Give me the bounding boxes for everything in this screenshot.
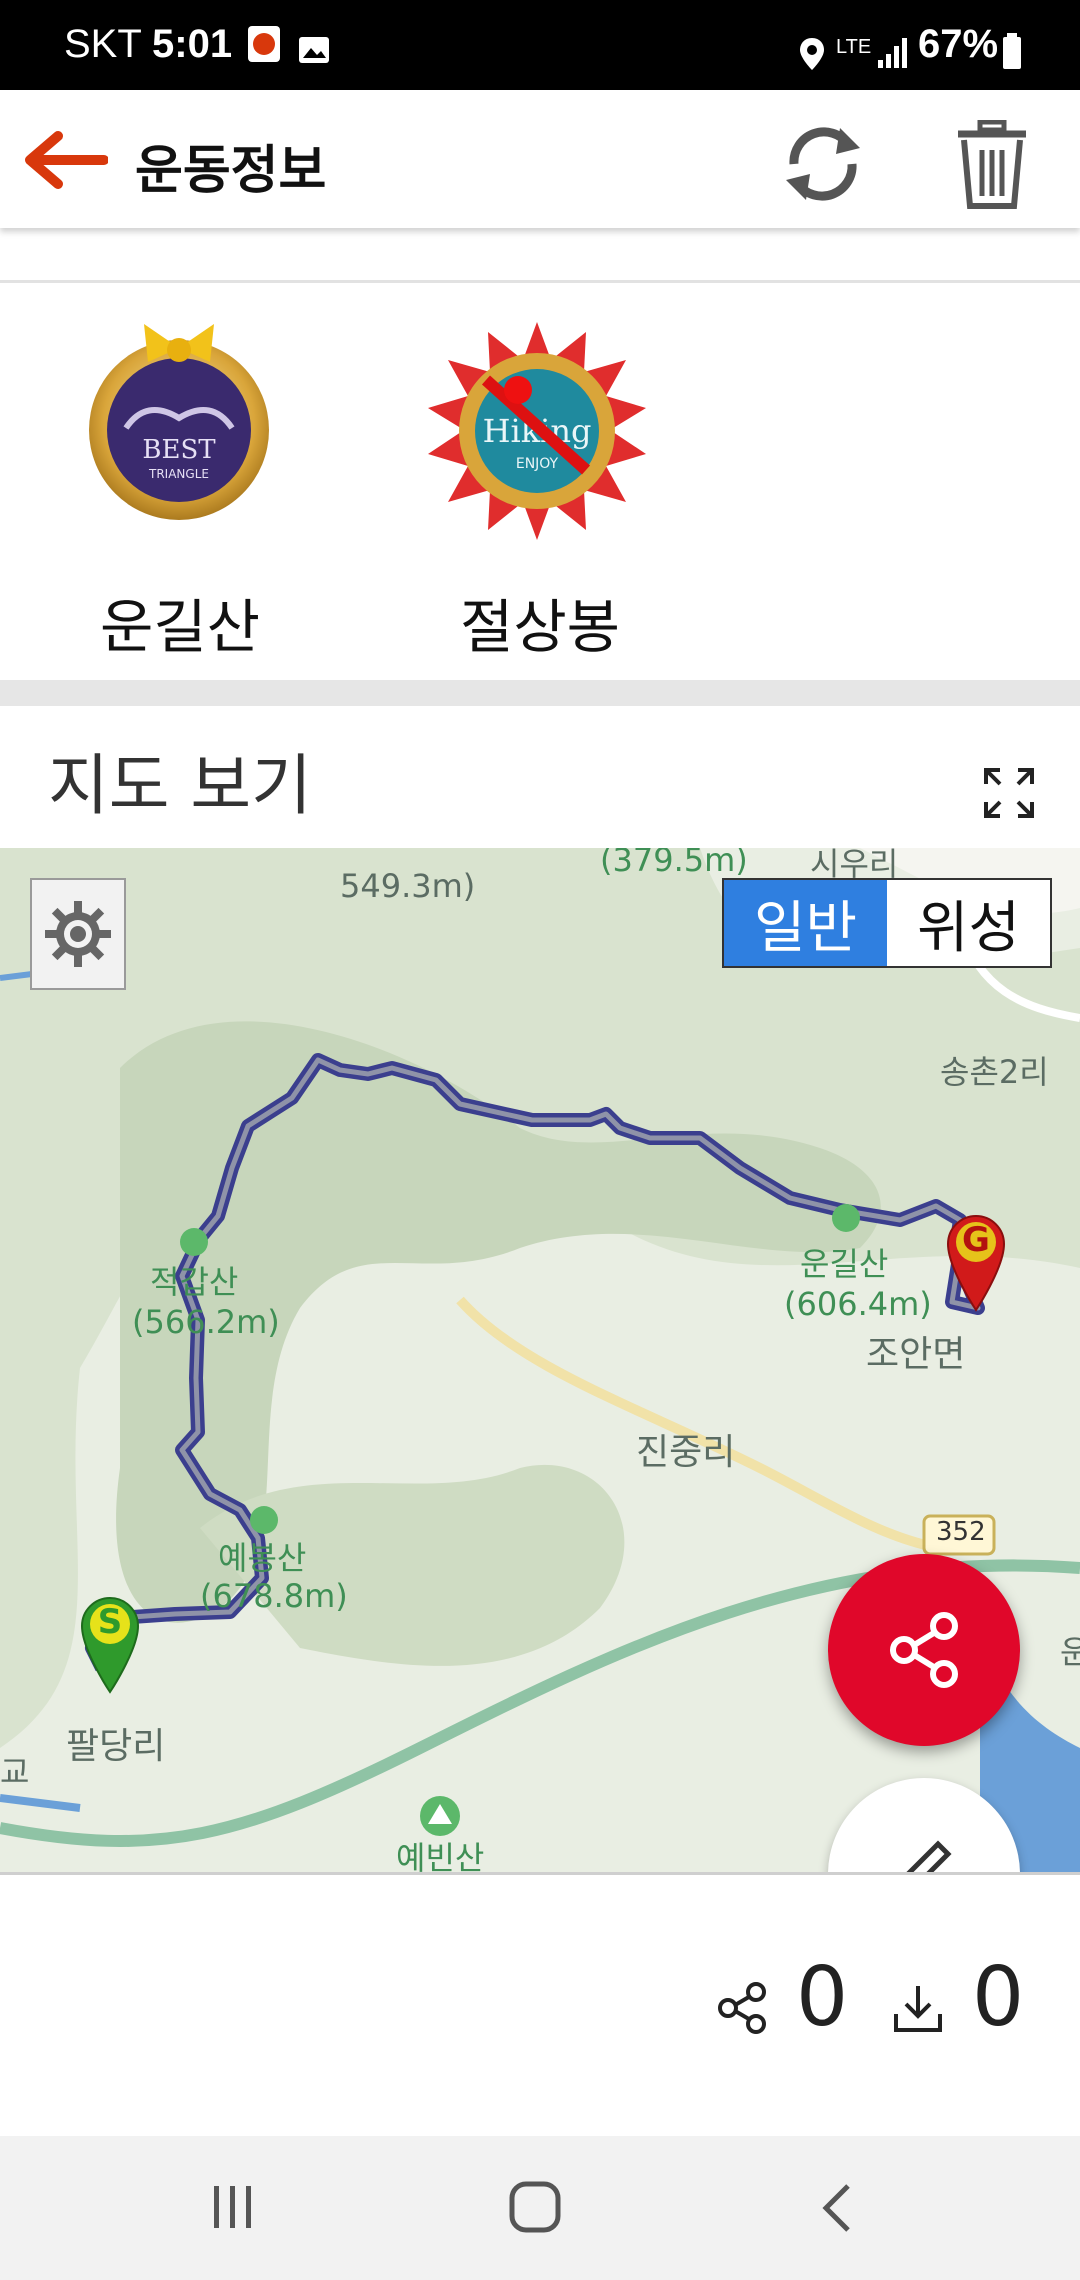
hiking-enjoy-badge-icon: Hiking ENJOY xyxy=(428,322,646,540)
best-triangle-badge-icon: BEST TRIANGLE xyxy=(89,324,269,520)
status-bar: SKT 5:01 LTE 67% xyxy=(0,0,1080,90)
map-label-ungilsan-height: (606.4m) xyxy=(784,1285,932,1323)
map-settings-button[interactable] xyxy=(30,878,126,990)
map-label-yebinsan: 예빈산 xyxy=(396,1839,485,1872)
gallery-icon xyxy=(299,37,329,63)
map-bottom-divider xyxy=(0,1872,1080,1875)
fullscreen-icon[interactable] xyxy=(982,766,1036,820)
map-label-joan: 조안면 xyxy=(866,1334,966,1375)
map-label-edge-left: 교 xyxy=(0,1753,30,1791)
gear-icon xyxy=(45,901,111,967)
svg-text:ENJOY: ENJOY xyxy=(516,456,559,472)
share-count: 0 xyxy=(796,1950,849,2045)
battery-percent: 67% xyxy=(918,22,999,66)
map-label-jeokgapsan: 적갑산 xyxy=(150,1263,239,1301)
network-type: LTE xyxy=(836,36,872,58)
carrier-label: SKT xyxy=(64,22,142,66)
goal-marker-label: G xyxy=(962,1220,990,1260)
download-count-icon xyxy=(894,1986,942,2032)
home-icon[interactable] xyxy=(508,2180,564,2236)
share-count-icon xyxy=(718,1982,766,2034)
map-label-paldang: 팔당리 xyxy=(66,1726,166,1767)
map-label-yebongsan-height: (678.8m) xyxy=(200,1577,348,1615)
download-count: 0 xyxy=(972,1950,1025,2045)
share-fab-button[interactable] xyxy=(828,1554,1020,1746)
system-nav-bar xyxy=(0,2136,1080,2280)
start-marker[interactable]: S xyxy=(78,1594,142,1694)
clock: 5:01 xyxy=(152,22,233,66)
map-label-songchon: 송촌2리 xyxy=(940,1053,1049,1091)
pencil-icon xyxy=(906,1840,952,1872)
svg-text:TRIANGLE: TRIANGLE xyxy=(148,467,209,481)
badge-label-ungilsan: 운길산 xyxy=(99,593,261,661)
svg-text:BEST: BEST xyxy=(142,435,216,465)
section-divider xyxy=(0,680,1080,706)
map-type-toggle: 일반 위성 xyxy=(722,878,1052,968)
recent-apps-icon[interactable] xyxy=(208,2182,258,2232)
refresh-icon[interactable] xyxy=(778,120,868,206)
back-nav-icon[interactable] xyxy=(818,2180,858,2236)
map-label-peak-top-mid: (379.5m) xyxy=(600,848,748,879)
start-marker-label: S xyxy=(97,1602,123,1642)
map-label-edge-right: 운 xyxy=(1060,1633,1080,1671)
map-label-ungilsan: 운길산 xyxy=(800,1245,889,1283)
scrolled-row-remnant xyxy=(0,228,1080,283)
route-map[interactable]: 549.3m) (379.5m) 시우리 송촌2리 적갑산 (566.2m) 운… xyxy=(0,848,1080,1872)
map-label-peak-top-left: 549.3m) xyxy=(340,867,476,905)
app-bar: 운동정보 xyxy=(0,90,1080,228)
signal-icon xyxy=(878,38,907,68)
road-number-label: 352 xyxy=(936,1517,986,1547)
location-icon xyxy=(800,38,824,70)
map-type-normal-button[interactable]: 일반 xyxy=(724,880,887,966)
goal-marker[interactable]: G xyxy=(944,1212,1008,1312)
map-label-jeokgapsan-height: (566.2m) xyxy=(132,1303,280,1341)
notification-app-icon xyxy=(248,26,280,62)
battery-icon xyxy=(1003,33,1021,69)
share-icon xyxy=(890,1612,958,1688)
map-section-title: 지도 보기 xyxy=(48,747,312,824)
page-title: 운동정보 xyxy=(135,141,327,201)
badge-label-jeolsangbong: 절상봉 xyxy=(459,593,621,661)
map-type-satellite-button[interactable]: 위성 xyxy=(887,880,1050,966)
map-label-jinjung: 진중리 xyxy=(636,1432,736,1473)
back-arrow-icon[interactable] xyxy=(22,130,108,190)
trash-icon[interactable] xyxy=(954,120,1030,210)
map-label-yebongsan: 예봉산 xyxy=(218,1539,307,1577)
